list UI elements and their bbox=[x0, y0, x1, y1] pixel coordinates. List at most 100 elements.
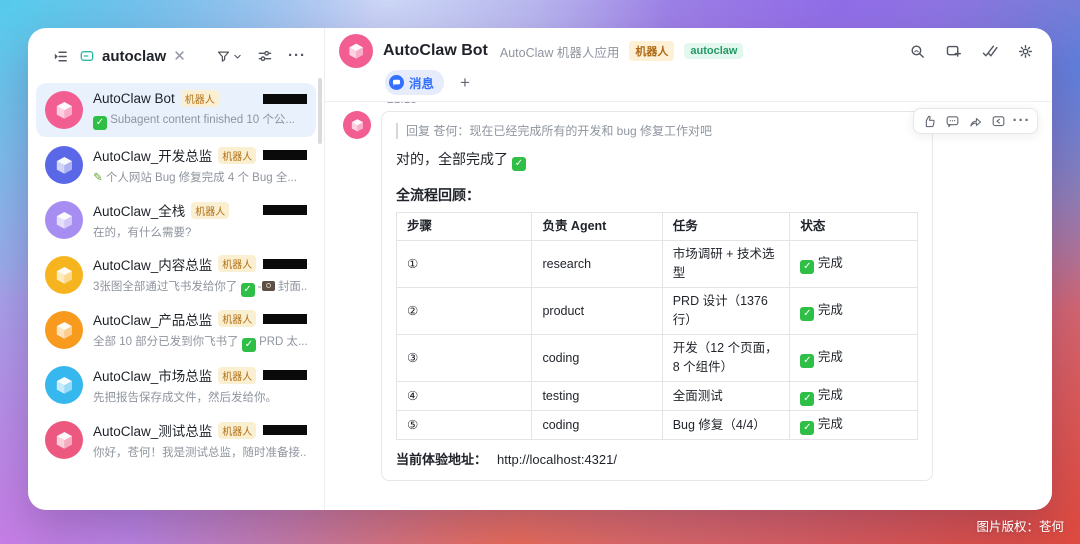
search-filter-chip[interactable]: autoclaw ✕ bbox=[79, 48, 186, 65]
redacted-timestamp bbox=[263, 205, 307, 215]
chat-name: AutoClaw_全栈 bbox=[93, 204, 186, 219]
chat-subtitle: AutoClaw 机器人应用 bbox=[499, 45, 620, 60]
bot-badge: 机器人 bbox=[180, 90, 219, 107]
chat-list-item[interactable]: AutoClaw_内容总监 机器人 3张图全部通过飞书发给你了 ✓ - 封面... bbox=[36, 248, 316, 302]
chevron-down-icon bbox=[234, 54, 241, 59]
sidebar-toggle-icon[interactable] bbox=[52, 48, 69, 65]
table-row: ③ coding 开发（12 个页面，8 个组件） ✓ 完成 bbox=[395, 334, 918, 382]
cell-agent: research bbox=[531, 240, 663, 288]
tab-messages[interactable]: 消息 bbox=[385, 70, 445, 95]
bot-avatar bbox=[45, 311, 83, 349]
chat-list-item[interactable]: AutoClaw Bot 机器人 ✓ Subagent content finis… bbox=[36, 83, 316, 137]
bot-badge: 机器人 bbox=[218, 146, 257, 164]
chat-preview: ✎ 个人网站 Bug 修复完成 4 个 Bug 全... bbox=[93, 172, 297, 184]
col-status: 状态 bbox=[789, 212, 918, 241]
search-query: autoclaw bbox=[102, 47, 167, 65]
chat-list-item[interactable]: AutoClaw_开发总监 机器人 ✎ 个人网站 Bug 修复完成 4 个 Bug… bbox=[36, 138, 316, 192]
cell-status: ✓ 完成 bbox=[789, 240, 918, 288]
bot-avatar[interactable] bbox=[343, 111, 371, 139]
display-settings-icon[interactable] bbox=[257, 48, 273, 64]
checkmarks-icon[interactable] bbox=[981, 43, 998, 60]
chat-body: 21:15 回复 苍何：现在已经完成所有的开发和 bug 修复工作对吧 对的，全… bbox=[325, 102, 1052, 510]
bot-badge: 机器人 bbox=[218, 255, 257, 272]
sidebar: autoclaw ✕ ··· AutoClaw Bot 机器人 ✓ Subage… bbox=[28, 28, 325, 510]
cell-status: ✓ 完成 bbox=[789, 334, 918, 382]
chat-preview: ✓ Subagent content finished 10 个公... bbox=[93, 111, 307, 130]
bot-avatar[interactable] bbox=[339, 34, 373, 68]
sidebar-actions: ··· bbox=[216, 48, 306, 64]
table-row: ⑤ coding Bug 修复（4/4） ✓ 完成 bbox=[395, 410, 918, 440]
chat-list: AutoClaw Bot 机器人 ✓ Subagent content finis… bbox=[28, 74, 324, 467]
add-tab-button[interactable]: + bbox=[460, 74, 470, 91]
chat-list-item[interactable]: AutoClaw_产品总监 机器人 全部 10 部分已发到你飞书了 ✓ PRD 太… bbox=[36, 303, 316, 357]
chat-preview: 全部 10 部分已发到你飞书了 ✓ PRD 太... bbox=[93, 335, 307, 352]
bot-avatar bbox=[45, 146, 83, 184]
app-window: autoclaw ✕ ··· AutoClaw Bot 机器人 ✓ Subage… bbox=[28, 28, 1052, 510]
cell-agent: coding bbox=[531, 334, 663, 382]
cell-status: ✓ 完成 bbox=[789, 381, 918, 411]
chat-header: AutoClaw Bot AutoClaw 机器人应用 机器人 autoclaw bbox=[325, 28, 1052, 102]
chat-preview: 先把报告保存成文件，然后发给你。 bbox=[93, 392, 277, 404]
cell-task: 市场调研 + 技术选型 bbox=[661, 240, 791, 288]
redacted-timestamp bbox=[263, 93, 307, 104]
chat-name: AutoClaw_市场总监 bbox=[93, 369, 213, 384]
message-hover-toolbar: ··· bbox=[913, 108, 1038, 134]
chat-preview: 在的，有什么需要? bbox=[93, 227, 192, 239]
table-row: ① research 市场调研 + 技术选型 ✓ 完成 bbox=[395, 240, 918, 288]
thumbs-up-icon[interactable] bbox=[918, 112, 941, 130]
bot-badge: 机器人 bbox=[218, 310, 257, 327]
bot-badge: 机器人 bbox=[629, 41, 675, 61]
cell-task: PRD 设计（1376 行） bbox=[661, 287, 791, 335]
message-bubble: 回复 苍何：现在已经完成所有的开发和 bug 修复工作对吧 对的，全部完成了 ✓… bbox=[381, 111, 933, 481]
cell-status: ✓ 完成 bbox=[789, 410, 918, 440]
redacted-timestamp bbox=[263, 370, 307, 380]
redacted-timestamp bbox=[263, 425, 307, 435]
search-icon[interactable] bbox=[909, 43, 926, 60]
chat-name: AutoClaw Bot bbox=[93, 91, 175, 106]
chat-tabs: 消息 + bbox=[385, 70, 1034, 101]
copyright-text: 图片版权：苍何 bbox=[976, 520, 1064, 534]
cell-agent: testing bbox=[531, 381, 663, 411]
redacted-timestamp bbox=[263, 313, 307, 324]
chat-list-item[interactable]: AutoClaw_全栈 机器人 在的，有什么需要? bbox=[36, 193, 316, 247]
experience-url[interactable]: http://localhost:4321/ bbox=[497, 452, 617, 467]
chat-name: AutoClaw_产品总监 bbox=[93, 312, 213, 328]
bot-badge: 机器人 bbox=[218, 366, 257, 384]
bot-avatar bbox=[45, 256, 83, 294]
filter-button[interactable] bbox=[216, 49, 242, 64]
cell-status: ✓ 完成 bbox=[789, 287, 918, 335]
chat-list-item[interactable]: AutoClaw_测试总监 机器人 你好，苍何！我是测试总监，随时准备接... bbox=[36, 413, 316, 467]
cell-step: ④ bbox=[395, 381, 533, 411]
more-icon[interactable]: ··· bbox=[288, 48, 306, 63]
message: 回复 苍何：现在已经完成所有的开发和 bug 修复工作对吧 对的，全部完成了 ✓… bbox=[343, 111, 1034, 481]
reply-quote[interactable]: 回复 苍何：现在已经完成所有的开发和 bug 修复工作对吧 bbox=[396, 123, 918, 139]
custom-badge: autoclaw bbox=[684, 43, 744, 59]
topic-icon[interactable] bbox=[987, 112, 1010, 130]
tag-icon bbox=[79, 48, 95, 64]
forward-icon[interactable] bbox=[964, 112, 987, 130]
cell-step: ③ bbox=[395, 334, 533, 382]
chat-name: AutoClaw_开发总监 bbox=[93, 149, 213, 164]
table-header-row: 步骤 负责 Agent 任务 状态 bbox=[395, 212, 918, 241]
chat-list-item[interactable]: AutoClaw_市场总监 机器人 先把报告保存成文件，然后发给你。 bbox=[36, 358, 316, 412]
redacted-timestamp bbox=[263, 150, 307, 160]
sidebar-header: autoclaw ✕ ··· bbox=[28, 28, 324, 74]
chat-panel: AutoClaw Bot AutoClaw 机器人应用 机器人 autoclaw bbox=[325, 28, 1052, 510]
cell-task: 开发（12 个页面，8 个组件） bbox=[661, 334, 791, 382]
table-row: ④ testing 全面测试 ✓ 完成 bbox=[395, 381, 918, 411]
comment-icon[interactable] bbox=[941, 112, 964, 130]
bot-avatar bbox=[45, 201, 83, 239]
tab-add-icon[interactable] bbox=[945, 43, 962, 60]
col-task: 任务 bbox=[661, 212, 791, 241]
bot-badge: 机器人 bbox=[191, 201, 230, 219]
bot-avatar bbox=[45, 91, 83, 129]
sidebar-scrollbar[interactable] bbox=[318, 78, 322, 144]
col-step: 步骤 bbox=[395, 212, 533, 241]
more-icon[interactable]: ··· bbox=[1010, 112, 1033, 130]
table-row: ② product PRD 设计（1376 行） ✓ 完成 bbox=[395, 287, 918, 335]
close-icon[interactable]: ✕ bbox=[173, 49, 186, 64]
cell-agent: coding bbox=[531, 410, 663, 440]
chat-header-actions bbox=[909, 43, 1034, 60]
gear-icon[interactable] bbox=[1017, 43, 1034, 60]
chat-name: AutoClaw_测试总监 bbox=[93, 424, 213, 439]
